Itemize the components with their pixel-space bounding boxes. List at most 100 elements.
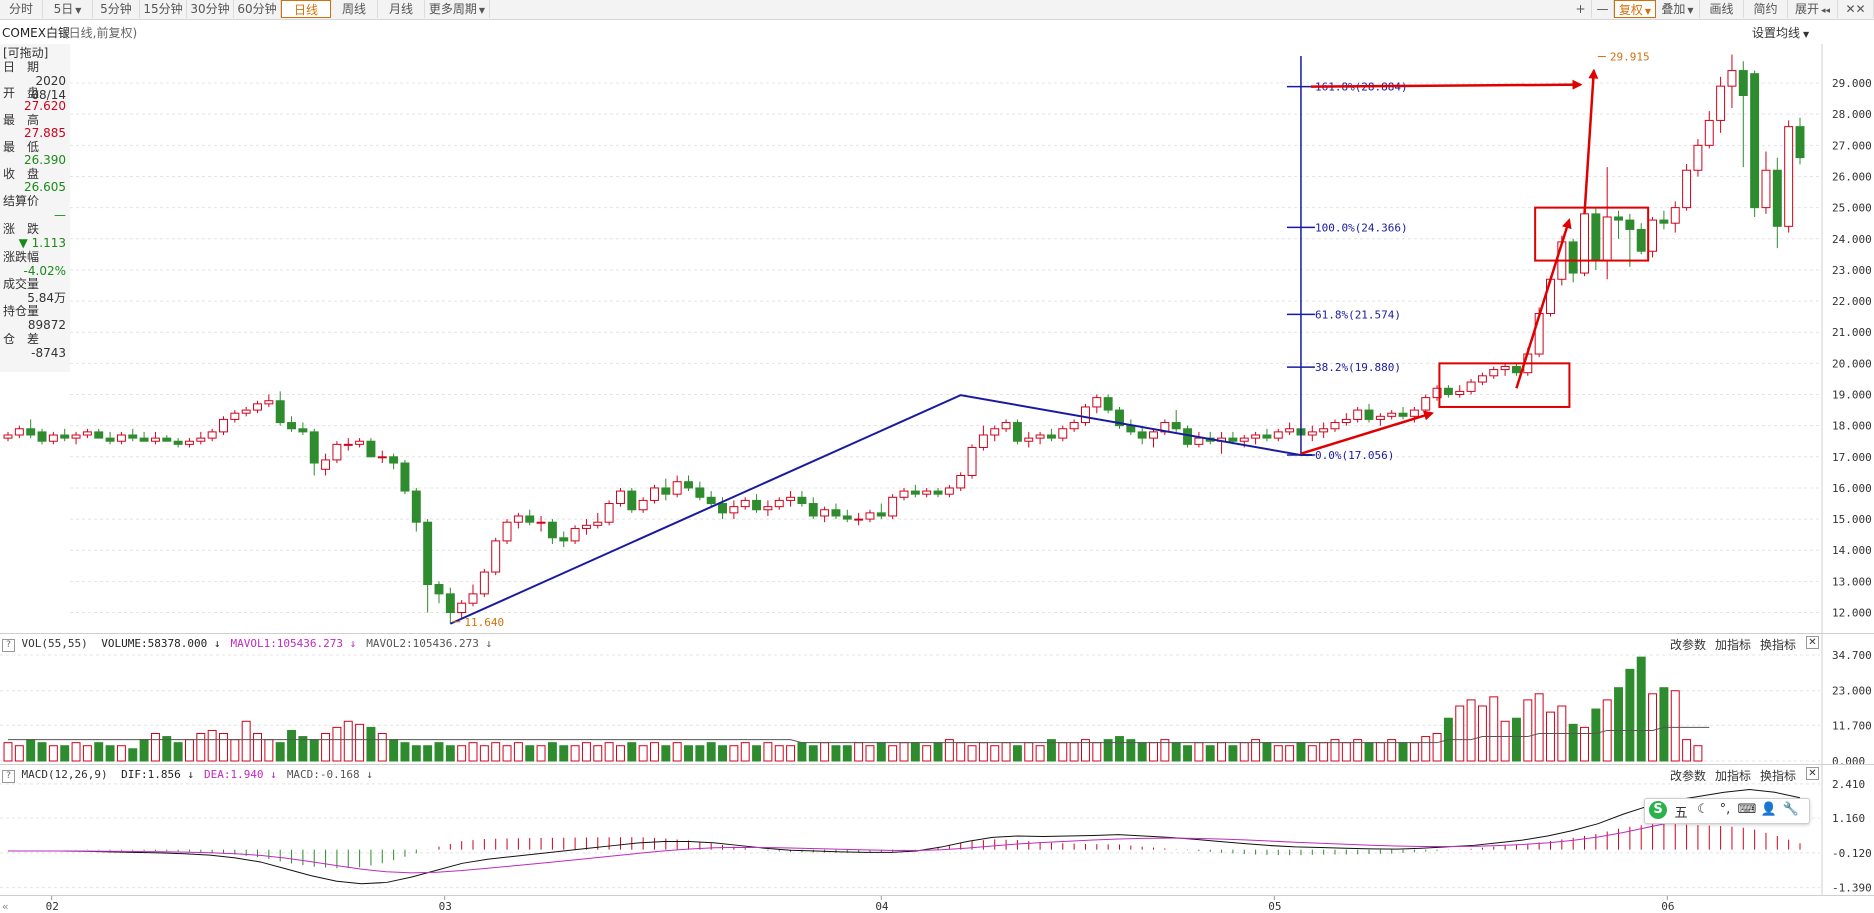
- toolbar-left-1[interactable]: 5日 ▼: [43, 0, 93, 18]
- volume-bar: [1614, 687, 1624, 762]
- panel-button-1[interactable]: 加指标: [1715, 636, 1751, 653]
- volume-bar: [1523, 699, 1533, 762]
- toolbar-right-1[interactable]: —: [1592, 0, 1614, 18]
- volume-bar: [150, 733, 160, 762]
- y-tick-label: 12.000: [1832, 607, 1872, 620]
- ime-toolbar[interactable]: S 五 ☾ °, ⌨ 👤 🔧: [1644, 798, 1810, 824]
- candle-body: [287, 422, 297, 430]
- volume-bar: [1432, 733, 1442, 762]
- separator-x-axis: [0, 895, 1874, 896]
- toolbar-left-6[interactable]: 日线: [281, 0, 331, 18]
- toolbar-left-0[interactable]: 分时: [0, 0, 43, 18]
- candle-body: [128, 434, 138, 439]
- candle-body: [615, 490, 625, 505]
- volume-bar: [1387, 739, 1397, 762]
- candle-body: [116, 434, 126, 442]
- candle-body: [3, 434, 13, 439]
- candle-body: [298, 428, 308, 433]
- candle-body: [1285, 428, 1295, 433]
- volume-bar: [423, 745, 433, 762]
- toolbar-right-5[interactable]: 简约: [1744, 0, 1788, 18]
- fib-level-label: 161.8%(28.884): [1315, 81, 1408, 94]
- candle-body: [502, 521, 512, 542]
- volume-bar: [1239, 742, 1249, 762]
- wubi-icon[interactable]: 五: [1671, 802, 1691, 821]
- volume-bar: [1115, 736, 1124, 762]
- candle-body: [479, 571, 489, 595]
- info-label: 开 盘: [3, 86, 40, 100]
- panel-button-0[interactable]: 改参数: [1670, 636, 1706, 653]
- panel-button-2[interactable]: 换指标: [1760, 636, 1796, 653]
- candle-body: [1398, 412, 1408, 417]
- panel-button-0[interactable]: 改参数: [1670, 767, 1706, 784]
- candle-body: [1784, 126, 1794, 227]
- help-icon[interactable]: ?: [2, 770, 15, 783]
- toolbar-left-4[interactable]: 30分钟: [187, 0, 234, 18]
- sogou-logo-icon[interactable]: S: [1649, 801, 1667, 819]
- toolbar-left-9[interactable]: 更多周期 ▼: [425, 0, 490, 18]
- indicator-value: DIF:1.856: [121, 768, 181, 781]
- candle-body: [253, 403, 262, 411]
- toolbar-right-2[interactable]: 复权 ▼: [1614, 0, 1656, 18]
- double-arrow-left-icon: ◂◂: [1820, 6, 1831, 16]
- toolbar-right-0[interactable]: +: [1570, 0, 1592, 18]
- close-icon[interactable]: ✕: [1806, 636, 1819, 649]
- x-tick-label: 05: [1268, 900, 1281, 913]
- candle-body: [173, 440, 183, 445]
- user-icon[interactable]: 👤: [1759, 802, 1779, 817]
- volume-bar: [1103, 739, 1113, 762]
- panel-button-2[interactable]: 换指标: [1760, 767, 1796, 784]
- toolbar-label: 15分钟: [143, 2, 183, 16]
- volume-bar: [468, 742, 478, 762]
- wrench-icon[interactable]: 🔧: [1781, 802, 1801, 817]
- toolbar-label: 周线: [341, 2, 366, 16]
- volume-bar: [1489, 696, 1499, 762]
- volume-bar: [105, 745, 115, 762]
- consolidation-box-2: [1534, 206, 1650, 262]
- candle-body: [275, 400, 285, 424]
- volume-bar: [1421, 736, 1431, 762]
- volume-bar: [128, 748, 138, 762]
- toolbar-right-4[interactable]: 画线: [1700, 0, 1744, 18]
- volume-bar: [1171, 742, 1181, 762]
- vol-y-tick-label: 34.700: [1832, 649, 1872, 662]
- volume-bar: [865, 745, 875, 762]
- toolbar-right-7[interactable]: ✕✕: [1838, 0, 1874, 18]
- candle-body: [1568, 241, 1578, 274]
- volume-bar: [332, 726, 342, 762]
- toolbar-left-7[interactable]: 周线: [331, 0, 378, 18]
- close-icon[interactable]: ✕: [1806, 767, 1819, 780]
- toolbar-left-8[interactable]: 月线: [378, 0, 425, 18]
- candle-body: [944, 487, 954, 495]
- ma-settings-button[interactable]: 设置均线 ▼: [1752, 24, 1809, 41]
- volume-bar: [3, 742, 13, 762]
- punctuation-icon[interactable]: °,: [1715, 802, 1735, 817]
- candle-body: [1171, 422, 1181, 430]
- vol-y-tick-label: 11.700: [1832, 719, 1872, 732]
- volume-bar: [1466, 699, 1476, 762]
- toolbar-label: +: [1575, 2, 1586, 16]
- panel-button-1[interactable]: 加指标: [1715, 767, 1751, 784]
- quote-info-panel[interactable]: [可拖动] 日 期 2020 08/14 开 盘 27.620 最 高 27.885 最 低 26…: [0, 44, 70, 372]
- candle-body: [468, 593, 478, 604]
- toolbar-left-2[interactable]: 5分钟: [93, 0, 140, 18]
- candle-body: [1296, 428, 1306, 436]
- help-icon[interactable]: ?: [2, 639, 15, 652]
- indicator-value: MACD:-0.168: [286, 768, 360, 781]
- indicator-value: MAVOL2:105436.273: [366, 637, 479, 650]
- volume-bar: [355, 723, 365, 762]
- moon-icon[interactable]: ☾: [1693, 802, 1713, 817]
- keyboard-icon[interactable]: ⌨: [1737, 802, 1757, 817]
- arrow-down-icon: ↓: [478, 637, 493, 650]
- toolbar-left-3[interactable]: 15分钟: [140, 0, 187, 18]
- toolbar-left-5[interactable]: 60分钟: [234, 0, 281, 18]
- candle-body: [1046, 434, 1056, 439]
- toolbar-right-6[interactable]: 展开 ◂◂: [1788, 0, 1838, 18]
- y-tick-label: 20.000: [1832, 357, 1872, 370]
- candle-body: [865, 512, 875, 520]
- volume-bar: [1364, 742, 1374, 762]
- toolbar-right-3[interactable]: 叠加 ▼: [1656, 0, 1700, 18]
- volume-bar: [740, 742, 750, 762]
- candle-body: [1477, 375, 1487, 383]
- toolbar-label: ✕✕: [1845, 2, 1866, 16]
